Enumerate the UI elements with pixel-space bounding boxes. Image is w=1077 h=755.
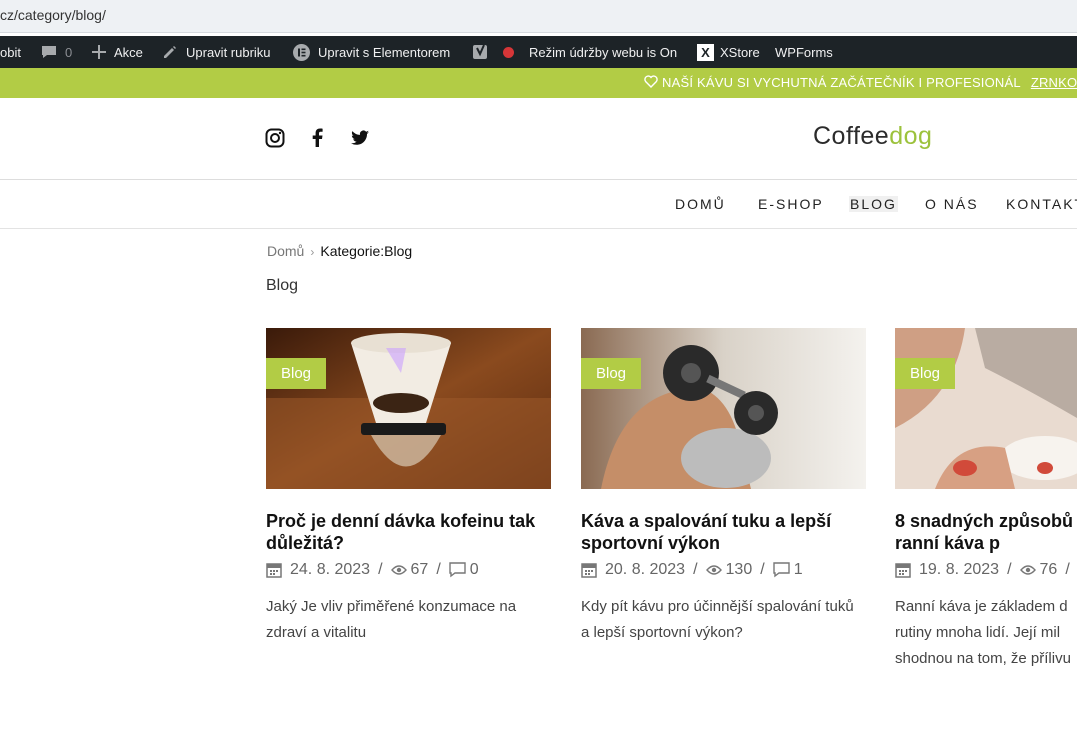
post-image-dumbbell-workout[interactable]	[581, 328, 866, 489]
heart-icon	[644, 75, 658, 88]
admin-edit-category-label: Upravit rubriku	[186, 44, 271, 60]
seo-status-dot	[503, 46, 514, 58]
post-date: 20. 8. 2023	[605, 561, 686, 578]
admin-bar: obit 0 Akce Upravit rubriku Upravit s El…	[0, 36, 1077, 68]
admin-wpforms-label: WPForms	[775, 44, 833, 60]
site-header: Coffeedog	[0, 98, 1077, 180]
post-category-badge[interactable]: Blog	[266, 358, 327, 389]
promo-bar: NAŠÍ KÁVU SI VYCHUTNÁ ZAČÁTEČNÍK I PROFE…	[0, 68, 1077, 98]
nav-item-contact[interactable]: KONTAKT	[1006, 196, 1077, 212]
admin-site-label: obit	[0, 44, 21, 60]
logo-text-dog: dog	[889, 122, 933, 150]
admin-maintenance-label: Režim údržby webu is On	[529, 44, 678, 60]
comment-icon	[449, 562, 466, 578]
facebook-icon[interactable]	[308, 128, 328, 148]
post-category-badge[interactable]: Blog	[895, 358, 956, 389]
post-date: 24. 8. 2023	[290, 561, 371, 578]
meta-separator: /	[1065, 561, 1070, 578]
admin-new-label: Akce	[114, 44, 143, 60]
logo-text-coffee: Coffee	[813, 122, 890, 150]
nav-item-eshop[interactable]: E-SHOP	[758, 196, 824, 212]
breadcrumb: Domů › Kategorie:Blog	[267, 243, 412, 259]
category-title: Blog	[266, 277, 299, 294]
admin-comments-count: 0	[65, 44, 73, 60]
post-title[interactable]: 8 snadných způsobů jak vylepšit ranní ká…	[895, 510, 1077, 554]
nav-item-blog[interactable]: BLOG	[849, 196, 898, 212]
plus-icon	[92, 45, 106, 59]
post-title[interactable]: Proč je denní dávka kofeinu tak důležitá…	[266, 510, 556, 554]
nav-item-about[interactable]: O NÁS	[925, 196, 979, 212]
eye-icon	[705, 565, 722, 575]
breadcrumb-current: Kategorie:Blog	[320, 243, 413, 259]
nav-item-home[interactable]: DOMŮ	[675, 196, 726, 212]
elementor-icon	[293, 43, 310, 61]
meta-separator: /	[760, 561, 765, 578]
browser-url-bar[interactable]: cz/category/blog/	[0, 0, 1077, 33]
admin-new-link[interactable]: Akce	[92, 36, 143, 68]
url-text[interactable]: cz/category/blog/	[0, 7, 106, 23]
post-views: 130	[725, 561, 753, 578]
comment-icon	[42, 46, 56, 58]
instagram-icon[interactable]	[265, 128, 285, 148]
post-title[interactable]: Káva a spalování tuku a lepší sportovní …	[581, 510, 871, 554]
site-logo[interactable]: Coffeedog	[813, 122, 932, 151]
post-meta: 19. 8. 2023 / 76 /	[895, 561, 1077, 579]
meta-separator: /	[693, 561, 698, 578]
post-views: 67	[410, 561, 429, 578]
admin-xstore-link[interactable]: X XStore	[697, 36, 760, 68]
calendar-icon	[581, 563, 597, 578]
post-comments: 0	[469, 561, 479, 578]
post-meta: 20. 8. 2023 / 130 / 1	[581, 561, 803, 579]
calendar-icon	[266, 563, 282, 578]
promo-text: NAŠÍ KÁVU SI VYCHUTNÁ ZAČÁTEČNÍK I PROFE…	[662, 75, 1021, 90]
main-navigation: DOMŮ E-SHOP BLOG O NÁS KONTAKT	[0, 180, 1077, 229]
comment-icon	[772, 562, 790, 578]
promo-link[interactable]: ZRNKOVÁ	[1031, 75, 1077, 90]
post-date: 19. 8. 2023	[919, 561, 1000, 578]
xstore-icon: X	[697, 43, 714, 61]
yoast-icon	[473, 44, 487, 59]
post-card: Blog 8 snadných způsobů jak vylepšit ran…	[895, 328, 1077, 688]
admin-maintenance-link[interactable]: Režim údržby webu is On	[529, 36, 677, 68]
pencil-icon	[164, 45, 176, 58]
breadcrumb-home[interactable]: Domů	[267, 243, 304, 259]
post-card: Blog Káva a spalování tuku a lepší sport…	[581, 328, 866, 688]
chevron-right-icon: ›	[310, 245, 315, 259]
post-category-badge[interactable]: Blog	[581, 358, 642, 389]
admin-edit-category-link[interactable]: Upravit rubriku	[162, 36, 271, 68]
meta-separator: /	[436, 561, 441, 578]
post-meta: 24. 8. 2023 / 67 / 0	[266, 561, 479, 579]
meta-separator: /	[1007, 561, 1012, 578]
admin-elementor-link[interactable]: Upravit s Elementorem	[293, 36, 450, 68]
admin-seo-link[interactable]	[472, 36, 514, 68]
post-excerpt: Ranní káva je základem d rutiny mnoha li…	[895, 598, 1071, 667]
post-views: 76	[1039, 561, 1058, 578]
post-comments: 1	[793, 561, 803, 578]
admin-wpforms-link[interactable]: WPForms	[775, 36, 833, 68]
twitter-icon[interactable]	[350, 128, 370, 148]
post-image-morning-coffee-cup[interactable]	[895, 328, 1077, 489]
post-excerpt: Kdy pít kávu pro účinnější spalování tuk…	[581, 598, 854, 641]
admin-comments-link[interactable]: 0	[41, 36, 72, 68]
post-card: Blog Proč je denní dávka kofeinu tak důl…	[266, 328, 551, 688]
post-image-pour-over-coffee[interactable]	[266, 328, 551, 489]
post-excerpt: Jaký Je vliv přiměřené konzumace na zdra…	[266, 598, 517, 641]
admin-site-link[interactable]: obit	[0, 36, 21, 68]
promo-content: NAŠÍ KÁVU SI VYCHUTNÁ ZAČÁTEČNÍK I PROFE…	[644, 75, 1077, 90]
admin-xstore-label: XStore	[720, 44, 760, 60]
meta-separator: /	[378, 561, 383, 578]
eye-icon	[1019, 565, 1036, 575]
admin-elementor-label: Upravit s Elementorem	[318, 44, 451, 60]
eye-icon	[390, 565, 407, 575]
calendar-icon	[895, 563, 911, 578]
